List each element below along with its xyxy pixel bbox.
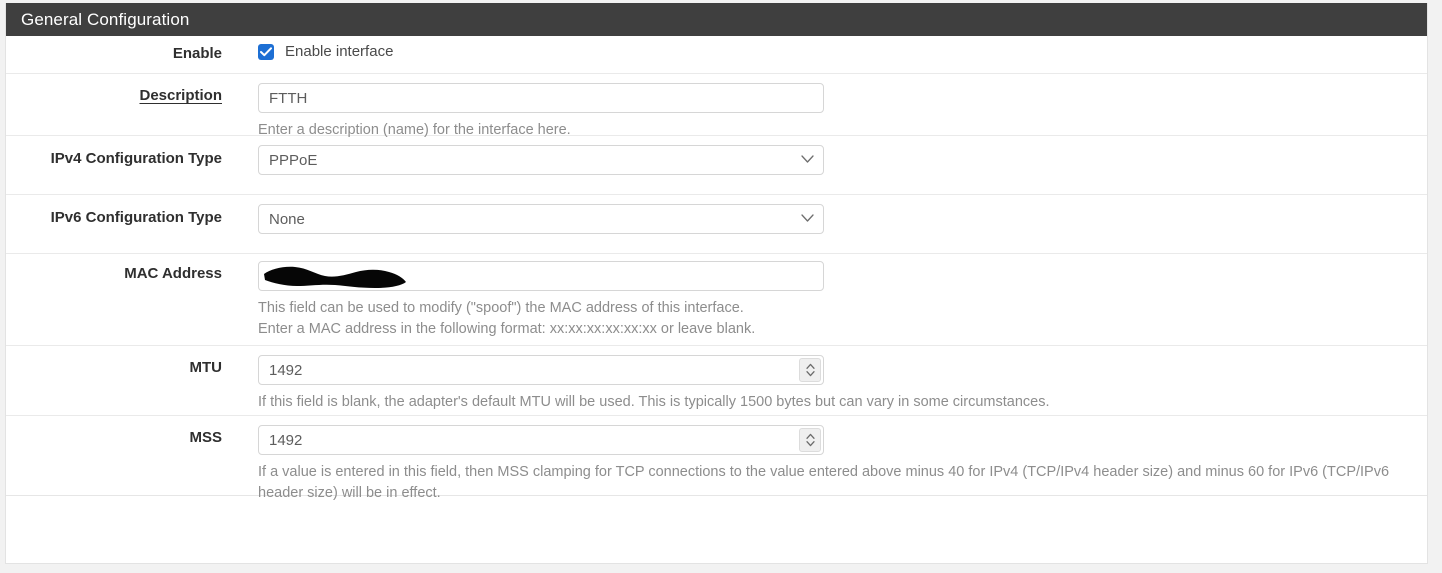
- enable-interface-label: Enable interface: [285, 43, 394, 60]
- label-ipv6-configuration-type: IPv6 Configuration Type: [50, 209, 222, 226]
- check-icon: [260, 46, 272, 56]
- panel-body: Enable Enable interface Description FTTH…: [6, 36, 1427, 501]
- field-ipv6-configuration-type: None: [222, 195, 1427, 234]
- ipv4-configuration-type-select-wrap[interactable]: PPPoE: [258, 145, 824, 175]
- mss-help-line-1: If a value is entered in this field, the…: [258, 464, 1390, 480]
- field-mss: If a value is entered in this field, the…: [222, 416, 1427, 504]
- label-ipv4-configuration-type: IPv4 Configuration Type: [50, 150, 222, 167]
- mss-help: If a value is entered in this field, the…: [258, 462, 1427, 504]
- mtu-help: If this field is blank, the adapter's de…: [258, 394, 1050, 410]
- mac-address-help-line-1: This field can be used to modify ("spoof…: [258, 300, 744, 316]
- ipv6-configuration-type-select-wrap[interactable]: None: [258, 204, 824, 234]
- label-description: Description: [6, 74, 222, 104]
- mtu-input[interactable]: [258, 355, 824, 385]
- label-mtu: MTU: [189, 359, 223, 376]
- mss-input-wrap[interactable]: [258, 425, 824, 455]
- panel-title: General Configuration: [21, 10, 190, 29]
- row-mss: MSS If a value is entered in this field,…: [6, 416, 1427, 501]
- mac-address-help: This field can be used to modify ("spoof…: [258, 298, 1427, 340]
- panel-header: General Configuration: [6, 3, 1427, 36]
- mss-input[interactable]: [258, 425, 824, 455]
- description-input[interactable]: [258, 83, 824, 113]
- row-ipv6-configuration-type: IPv6 Configuration Type None: [6, 195, 1427, 254]
- ipv4-configuration-type-select[interactable]: PPPoE: [258, 145, 824, 175]
- mss-help-line-2: header size) will be in effect.: [258, 485, 441, 501]
- mac-address-field-wrap[interactable]: [258, 261, 824, 291]
- mac-address-help-line-2: Enter a MAC address in the following for…: [258, 321, 756, 337]
- ipv6-configuration-type-select[interactable]: None: [258, 204, 824, 234]
- stepper-chevrons-icon: [805, 433, 815, 447]
- field-ipv4-configuration-type: PPPoE: [222, 136, 1427, 175]
- row-mtu: MTU If this field is blank, the adapter'…: [6, 346, 1427, 416]
- mtu-input-wrap[interactable]: [258, 355, 824, 385]
- field-mac-address: This field can be used to modify ("spoof…: [222, 254, 1427, 340]
- mtu-stepper[interactable]: [799, 358, 821, 382]
- mss-stepper[interactable]: [799, 428, 821, 452]
- label-mac-address: MAC Address: [124, 265, 222, 282]
- field-enable: Enable interface: [222, 36, 1427, 60]
- label-mss: MSS: [189, 429, 222, 446]
- row-ipv4-configuration-type: IPv4 Configuration Type PPPoE: [6, 136, 1427, 195]
- mac-address-input[interactable]: [258, 261, 824, 291]
- field-mtu: If this field is blank, the adapter's de…: [222, 346, 1427, 413]
- enable-interface-checkbox-group[interactable]: Enable interface: [258, 43, 1427, 60]
- row-enable: Enable Enable interface: [6, 36, 1427, 74]
- enable-interface-checkbox[interactable]: [258, 43, 274, 60]
- row-mac-address: MAC Address This field can be used to mo…: [6, 254, 1427, 346]
- field-description: Enter a description (name) for the inter…: [222, 74, 1427, 141]
- general-configuration-panel: General Configuration Enable Enable inte…: [5, 3, 1428, 564]
- label-description-text: Description: [139, 87, 222, 104]
- row-description: Description Enter a description (name) f…: [6, 74, 1427, 138]
- page-background: General Configuration Enable Enable inte…: [0, 0, 1442, 573]
- label-enable: Enable: [172, 45, 222, 62]
- stepper-chevrons-icon: [805, 363, 815, 377]
